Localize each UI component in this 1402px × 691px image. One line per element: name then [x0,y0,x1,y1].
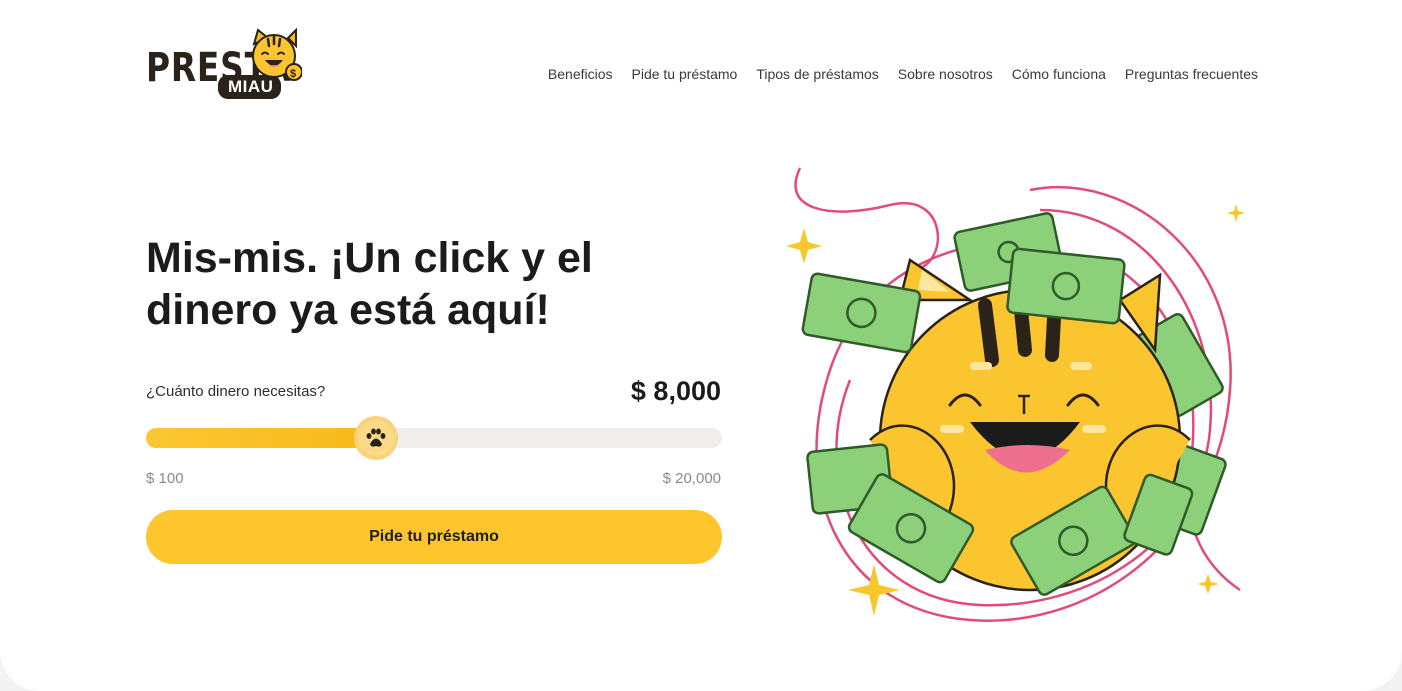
svg-text:$: $ [290,68,296,80]
nav-link-preguntas-frecuentes[interactable]: Preguntas frecuentes [1125,66,1258,82]
page: PRESTA MIAU $ Beneficios Pide tu préstam… [0,0,1402,691]
slider-max-label: $ 20,000 [662,470,721,487]
slider-thumb[interactable] [354,416,398,460]
brand-logo[interactable]: PRESTA MIAU $ [146,28,306,102]
paw-icon [366,428,386,447]
slider-min-label: $ 100 [146,470,184,487]
main-nav: Beneficios Pide tu préstamo Tipos de pré… [529,66,1258,82]
nav-link-tipos-prestamos[interactable]: Tipos de préstamos [756,66,878,82]
happy-cat-with-money-icon [786,167,1245,622]
cat-coin-icon: $ [252,28,302,81]
nav-link-como-funciona[interactable]: Cómo funciona [1012,66,1106,82]
nav-link-beneficios[interactable]: Beneficios [548,66,613,82]
slider-fill [146,428,376,448]
amount-slider[interactable] [146,416,722,460]
nav-link-pide-prestamo[interactable]: Pide tu préstamo [632,66,738,82]
slider-thumb-inner [358,420,394,456]
request-loan-button[interactable]: Pide tu préstamo [146,510,722,564]
nav-link-sobre-nosotros[interactable]: Sobre nosotros [898,66,993,82]
amount-value: $ 8,000 [630,376,721,406]
amount-question-label: ¿Cuánto dinero necesitas? [146,383,326,400]
hero-title: Mis-mis. ¡Un click y el dinero ya está a… [146,234,593,334]
